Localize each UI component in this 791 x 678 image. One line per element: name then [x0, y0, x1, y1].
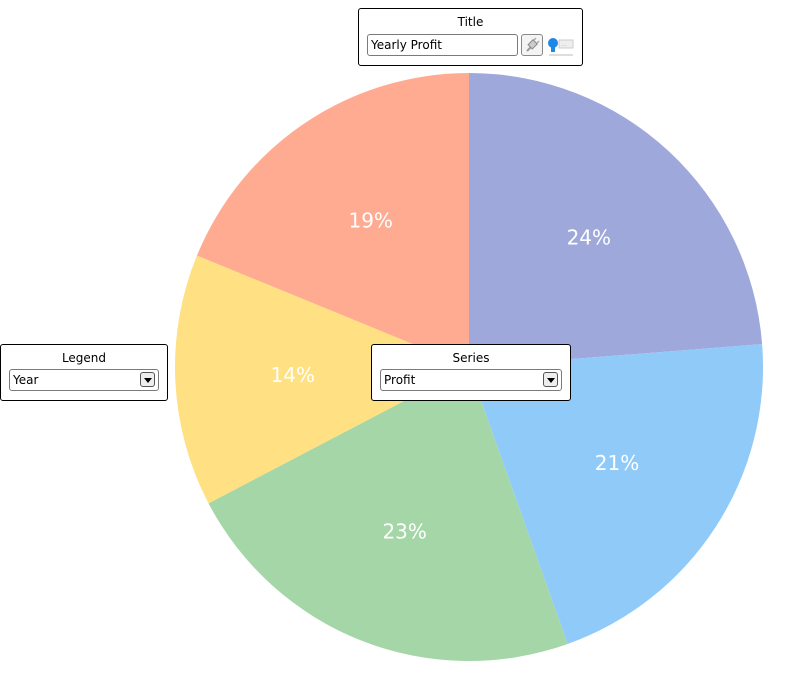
plug-icon — [526, 37, 540, 52]
legend-select[interactable]: Year — [9, 369, 159, 391]
series-select-value: Profit — [384, 373, 416, 387]
slice-label: 14% — [271, 363, 315, 387]
series-panel: Series Profit — [371, 344, 571, 401]
speech-icon[interactable]: ... — [547, 35, 575, 57]
plug-button[interactable] — [521, 34, 543, 56]
svg-text:...: ... — [561, 41, 567, 48]
series-caption: Series — [452, 351, 490, 365]
title-panel: Title Yearly Profit ... — [358, 8, 583, 66]
legend-caption: Legend — [61, 351, 107, 365]
chevron-down-icon[interactable] — [140, 372, 155, 387]
chevron-down-icon[interactable] — [543, 372, 558, 387]
slice-label: 21% — [595, 451, 639, 475]
slice-label: 24% — [567, 226, 611, 250]
legend-panel: Legend Year — [0, 344, 168, 401]
title-caption: Title — [457, 15, 484, 29]
legend-select-value: Year — [13, 373, 39, 387]
pie-slice — [469, 73, 763, 367]
title-input[interactable]: Yearly Profit — [367, 34, 518, 56]
slice-label: 23% — [382, 519, 426, 543]
slice-label: 19% — [348, 209, 392, 233]
pie-chart: 24% 21% 23% 14% 19% — [175, 73, 764, 661]
series-select[interactable]: Profit — [380, 369, 562, 391]
